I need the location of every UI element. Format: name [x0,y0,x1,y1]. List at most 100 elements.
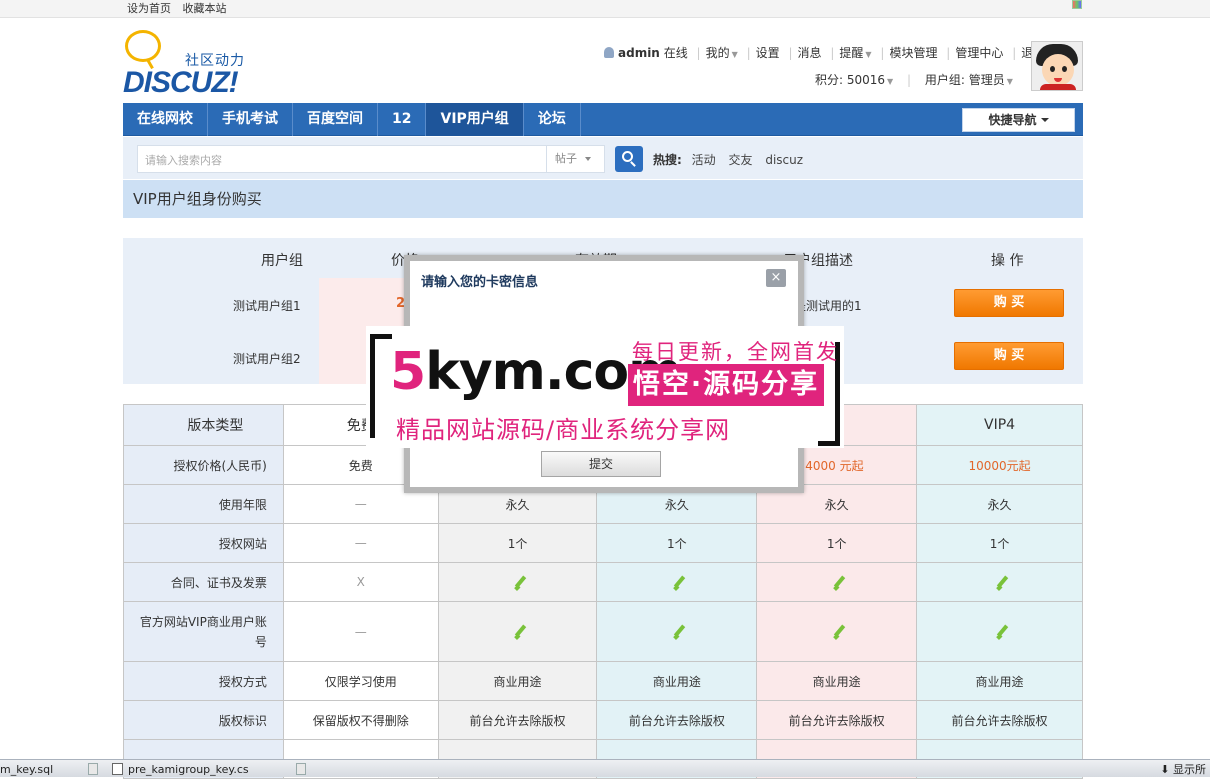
nav-item-vip-group[interactable]: VIP用户组 [426,103,524,136]
row-label: 官方网站VIP商业用户账号 [123,601,284,662]
usergroup-menu[interactable]: 用户组: 管理员 [925,73,1005,87]
nav-item-online-school[interactable]: 在线网校 [123,103,208,136]
dropdown-icon[interactable] [88,763,98,775]
caret-down-icon [585,157,591,161]
col-header: VIP4 [916,404,1083,446]
watermark-badge: 悟空·源码分享 [628,364,824,406]
nav-item-12[interactable]: 12 [378,103,427,136]
nav-item-baidu-space[interactable]: 百度空间 [293,103,378,136]
nav-item-mobile-exam[interactable]: 手机考试 [208,103,293,136]
check-icon [510,622,526,638]
buy-button[interactable]: 购 买 [954,289,1064,317]
row-label: 版权标识 [123,700,284,740]
site-logo[interactable]: 社区动力 DISCUZ! [123,30,263,99]
table-cell: 1个 [437,523,598,563]
avatar[interactable] [1031,41,1083,91]
hot-link-activity[interactable]: 活动 [692,153,716,167]
table-cell: — [282,523,439,563]
messages-link[interactable]: 消息 [798,46,822,60]
table-cell [916,562,1083,602]
row-label: 合同、证书及发票 [123,562,284,602]
set-homepage-link[interactable]: 设为首页 [127,2,171,15]
quick-nav-label: 快捷导航 [988,113,1037,127]
table-cell: 保留版权不得删除 [282,700,439,740]
taskbar-tab[interactable]: pre_kamigroup_key.cs [110,762,290,777]
chevron-down-icon: ▼ [865,50,872,59]
row-label: 使用年限 [123,484,284,524]
reminders-menu[interactable]: 提醒 [839,46,863,60]
table-cell [596,601,758,662]
table-cell: 1个 [756,523,918,563]
buy-button[interactable]: 购 买 [954,342,1064,370]
hot-search: 热搜: 活动 交友 discuz [653,151,812,168]
row-label: 授权方式 [123,661,284,701]
show-all-button[interactable]: ⬇ 显示所 [1160,762,1206,777]
hot-link-dating[interactable]: 交友 [728,153,752,167]
quick-nav-button[interactable]: 快捷导航 [962,108,1075,132]
check-icon [992,622,1008,638]
top-bar: 设为首页 收藏本站 [0,0,1210,18]
group-desc: 是测试用的1 [794,299,862,313]
check-icon [829,622,845,638]
settings-link[interactable]: 设置 [756,46,780,60]
table-cell: 前台允许去除版权 [596,700,758,740]
caret-down-icon [1040,118,1049,122]
online-status: 在线 [663,46,688,60]
chevron-down-icon: ▼ [887,77,894,86]
admin-center-link[interactable]: 管理中心 [955,46,1003,60]
table-cell [596,562,758,602]
logo-bubble-icon [125,30,161,62]
search-button[interactable] [615,146,643,172]
main-nav: 在线网校 手机考试 百度空间 12 VIP用户组 论坛 [123,103,1083,136]
taskbar-tab-label: pre_kamigroup_key.cs [128,763,249,776]
col-header: 版本类型 [123,404,284,446]
row-label: 授权网站 [123,523,284,563]
dialog-title: 请输入您的卡密信息 [421,275,539,290]
color-icon[interactable] [1072,0,1082,9]
file-icon [112,763,123,775]
table-cell: 永久 [916,484,1083,524]
search-type-select[interactable]: 帖子 [547,145,605,173]
table-cell: 商业用途 [916,661,1083,701]
table-cell: 前台允许去除版权 [916,700,1083,740]
taskbar-tab[interactable]: m_key.sql [0,762,96,777]
dropdown-icon[interactable] [296,763,306,775]
table-row: 合同、证书及发票 X [123,562,1083,602]
table-cell: 1个 [596,523,758,563]
search-input[interactable]: 请输入搜索内容 [137,145,547,173]
group-name: 测试用户组2 [233,352,301,366]
close-icon[interactable]: × [766,269,786,287]
group-name: 测试用户组1 [233,299,301,313]
submit-button[interactable]: 提交 [541,451,661,477]
watermark-slogan: 每日更新，全网首发 [632,340,839,364]
table-cell: 仅限学习使用 [282,661,439,701]
check-icon [510,573,526,589]
check-icon [669,573,685,589]
row-label: 授权价格(人民币) [123,445,284,485]
col-header-group: 用户组 [261,253,303,269]
user-info: 积分: 50016 ▼ | 用户组: 管理员 ▼ [815,73,1013,87]
hot-search-label: 热搜: [653,153,682,167]
points-menu[interactable]: 积分: 50016 [815,73,885,87]
top-links: 设为首页 收藏本站 [127,0,235,16]
chevron-down-icon: ▼ [731,50,738,59]
username-link[interactable]: admin [618,46,660,60]
table-row: 官方网站VIP商业用户账号 — [123,601,1083,662]
search-type-label: 帖子 [555,152,577,165]
page-title: VIP用户组身份购买 [123,180,1083,218]
bookmark-link[interactable]: 收藏本站 [183,2,227,15]
table-cell [756,601,918,662]
search-bar: 请输入搜索内容 帖子 热搜: 活动 交友 discuz [123,137,1083,179]
check-icon [992,573,1008,589]
hot-link-discuz[interactable]: discuz [765,153,803,167]
table-cell [437,562,598,602]
user-nav: admin 在线 | 我的 ▼ | 设置 | 消息 | 提醒 ▼ | 模块管理 | 管理中心 |… [604,44,1045,61]
table-cell: X [282,562,439,602]
my-menu[interactable]: 我的 [706,46,730,60]
module-manage-link[interactable]: 模块管理 [889,46,937,60]
check-icon [669,622,685,638]
nav-item-forum[interactable]: 论坛 [524,103,581,136]
table-cell: 前台允许去除版权 [437,700,598,740]
user-icon [604,47,614,58]
table-cell [437,601,598,662]
